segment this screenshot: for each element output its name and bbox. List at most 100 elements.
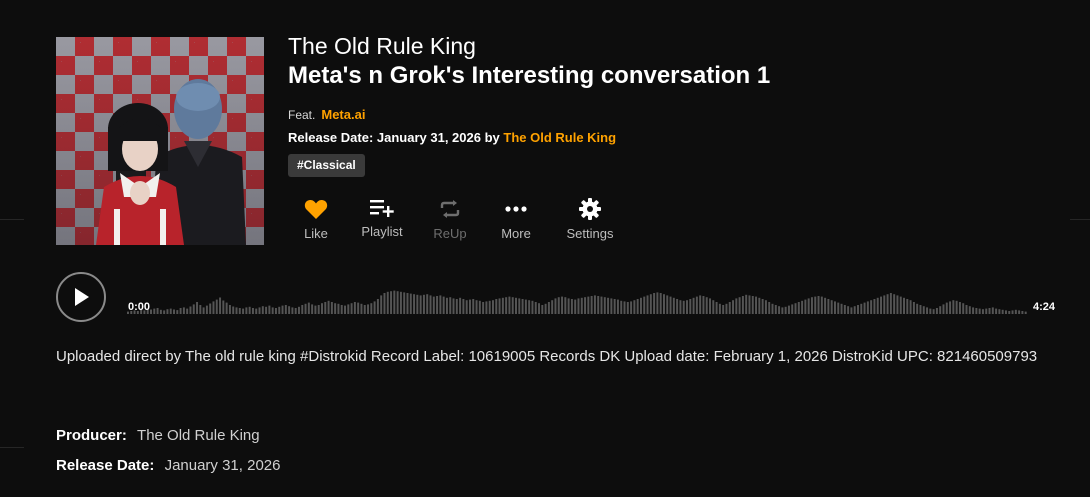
waveform-bar — [682, 300, 685, 314]
waveform-bar — [774, 305, 777, 314]
like-button[interactable]: Like — [296, 196, 336, 241]
artist-link[interactable]: The Old Rule King — [288, 33, 476, 60]
waveform-bar — [715, 302, 718, 314]
add-to-playlist-button[interactable]: Playlist — [358, 194, 406, 239]
waveform-bar — [294, 308, 297, 314]
waveform-bar — [722, 305, 725, 314]
waveform-bar — [307, 302, 310, 314]
waveform-bar — [534, 302, 537, 314]
waveform-bar — [814, 296, 817, 314]
waveform-bar — [445, 297, 448, 314]
waveform-bar — [643, 296, 646, 314]
settings-button[interactable]: Settings — [560, 196, 620, 241]
waveform-bar — [666, 295, 669, 314]
uploader-link[interactable]: The Old Rule King — [503, 130, 616, 145]
waveform-bar — [492, 300, 494, 314]
waveform-bar — [413, 294, 416, 314]
producer-row: Producer: The Old Rule King — [56, 427, 260, 444]
waveform-bar — [330, 302, 333, 314]
waveform-bar — [899, 296, 902, 314]
waveform-bar — [544, 303, 547, 314]
waveform-bar — [258, 307, 261, 314]
featured-artist-row: Feat. Meta.ai — [288, 107, 365, 122]
waveform-bar — [577, 298, 580, 314]
waveform-bar — [311, 304, 314, 314]
waveform-bar — [498, 298, 501, 314]
waveform-bar — [551, 300, 554, 314]
waveform-bar — [932, 309, 935, 314]
waveform-bar — [718, 303, 721, 314]
waveform-seekbar[interactable] — [125, 268, 1030, 317]
waveform-bar — [741, 296, 744, 314]
waveform-bar — [337, 303, 340, 314]
gear-icon — [560, 196, 620, 222]
waveform-bar — [251, 308, 254, 314]
waveform-bar — [324, 302, 327, 314]
waveform-bar — [955, 300, 958, 314]
waveform-bar — [991, 307, 994, 314]
waveform-bar — [205, 305, 208, 314]
waveform-bar — [515, 297, 517, 314]
waveform-bar — [771, 303, 774, 314]
waveform-bar — [926, 307, 929, 314]
waveform-bar — [689, 299, 692, 314]
waveform-bar — [271, 307, 274, 314]
waveform-bar — [370, 303, 373, 314]
waveform-bar — [1004, 310, 1007, 314]
waveform-bar — [847, 306, 850, 314]
waveform-bar — [317, 305, 320, 314]
waveform-bar — [755, 296, 758, 314]
waveform-bar — [1008, 311, 1011, 314]
waveform-bar — [406, 293, 409, 314]
waveform-bar — [761, 299, 764, 314]
featured-artist-link[interactable]: Meta.ai — [321, 107, 365, 122]
waveform-bar — [909, 300, 912, 314]
waveform-bar — [199, 305, 202, 314]
waveform-bar — [850, 307, 853, 314]
more-button[interactable]: More — [496, 196, 536, 241]
waveform-bar — [580, 297, 583, 314]
waveform-bar — [981, 309, 984, 314]
waveform-bar — [659, 293, 662, 314]
waveform-bar — [616, 299, 619, 314]
waveform-bar — [1014, 309, 1017, 314]
waveform-bar — [787, 305, 790, 314]
track-description: Uploaded direct by The old rule king #Di… — [56, 348, 1038, 365]
waveform-bar — [807, 298, 810, 314]
waveform-bar — [833, 301, 836, 314]
producer-value: The Old Rule King — [137, 427, 260, 444]
genre-tag[interactable]: #Classical — [288, 154, 365, 177]
waveform-bar — [998, 309, 1001, 314]
waveform-bar — [883, 295, 886, 314]
waveform-bar — [695, 296, 698, 314]
waveform-bar — [916, 303, 919, 314]
waveform-bar — [245, 307, 248, 314]
waveform-bar — [935, 308, 938, 314]
waveform-bar — [919, 305, 922, 314]
playlist-add-icon — [358, 194, 406, 220]
waveform-bar — [778, 306, 781, 314]
waveform-bar — [376, 299, 379, 314]
waveform-bar — [824, 297, 827, 314]
play-icon — [75, 288, 89, 306]
waveform-bar — [228, 305, 231, 314]
waveform-bar — [153, 308, 156, 314]
waveform-bar — [518, 298, 521, 314]
waveform-bar — [748, 295, 751, 314]
play-button[interactable] — [56, 272, 106, 322]
waveform-bar — [794, 303, 797, 314]
waveform-bar — [393, 290, 396, 314]
waveform-bar — [597, 296, 600, 314]
waveform-bar — [702, 296, 705, 314]
release-date-label: Release Date: — [56, 457, 155, 474]
waveform-bar — [728, 302, 731, 314]
waveform-bar — [495, 299, 498, 314]
reup-button[interactable]: ReUp — [430, 196, 470, 241]
waveform-bar — [196, 302, 199, 314]
waveform-bar — [857, 305, 859, 314]
waveform-bar — [837, 302, 840, 314]
playlist-label: Playlist — [361, 224, 403, 239]
waveform-bar — [248, 306, 251, 314]
waveform-bar — [732, 300, 735, 314]
waveform-bar — [781, 307, 784, 314]
